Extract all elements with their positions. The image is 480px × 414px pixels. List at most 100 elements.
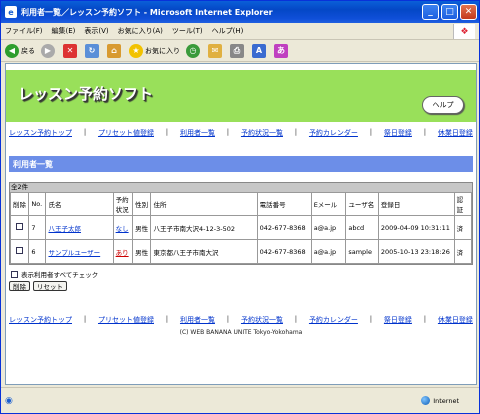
forward-button[interactable]: ▶ <box>41 43 57 58</box>
select-all-label: 表示利用者すべてチェック <box>21 271 99 279</box>
reservation-status-link[interactable]: なし <box>116 225 129 233</box>
nav-users[interactable]: 利用者一覧 <box>180 128 215 138</box>
nav-closed-days[interactable]: 休業日登録 <box>438 128 473 138</box>
back-button[interactable]: ◀ 戻る <box>5 43 35 58</box>
home-button[interactable]: ⌂ <box>107 43 123 58</box>
cell-gender: 男性 <box>132 215 152 240</box>
nav-reservations[interactable]: 予約状況一覧 <box>241 128 283 138</box>
mail-icon: ✉ <box>208 43 222 58</box>
nav-holidays[interactable]: 祭日登録 <box>384 315 412 325</box>
reservation-status-link[interactable]: あり <box>116 249 129 257</box>
copyright: (C) WEB BANANA UNITE Tokyo-Yokohama <box>179 329 303 336</box>
toolbar: ◀ 戻る ▶ ✕ ↻ ⌂ ★ お気に入り ◷ ✉ ⎙ A あ <box>1 40 479 62</box>
nav-calendar[interactable]: 予約カレンダー <box>309 128 358 138</box>
cell-date: 2005-10-13 23:18:26 <box>377 239 455 264</box>
close-button[interactable]: ✕ <box>460 4 477 20</box>
cell-date: 2009-04-09 10:31:11 <box>377 215 455 240</box>
globe-icon <box>421 396 431 405</box>
users-table: 全2件 削除 No. 氏名 予約状況 性別 住所 電話番号 Eメール ユーザ名 … <box>9 182 473 265</box>
menu-bar: ファイル(F) 編集(E) 表示(V) お気に入り(A) ツール(T) ヘルプ(… <box>1 23 479 40</box>
font-button[interactable]: A <box>252 43 268 58</box>
nav-preset[interactable]: プリセット値登録 <box>98 128 154 138</box>
font-icon: A <box>252 43 266 58</box>
zone-label: Internet <box>433 396 459 405</box>
stop-icon: ✕ <box>63 43 77 58</box>
select-all-checkbox[interactable] <box>11 270 18 278</box>
col-address: 住所 <box>150 192 258 216</box>
cell-address: 東京都八王子市南大沢 <box>150 239 258 264</box>
col-email: Eメール <box>310 192 347 216</box>
menu-help[interactable]: ヘルプ(H) <box>212 26 244 36</box>
cell-username: abcd <box>345 215 379 240</box>
status-bar: ◉ Internet <box>1 387 479 413</box>
help-button[interactable]: ヘルプ <box>422 96 464 114</box>
translate-icon: あ <box>274 43 288 58</box>
cell-no: 6 <box>28 239 47 264</box>
windows-logo-icon: ❖ <box>453 24 475 39</box>
menu-favorites[interactable]: お気に入り(A) <box>118 26 163 36</box>
nav-lesson-top[interactable]: レッスン予約トップ <box>9 128 72 138</box>
menu-view[interactable]: 表示(V) <box>84 26 108 36</box>
nav-lesson-top[interactable]: レッスン予約トップ <box>9 315 72 325</box>
select-all-row: 表示利用者すべてチェック <box>11 269 473 279</box>
col-username: ユーザ名 <box>345 192 379 216</box>
mail-button[interactable]: ✉ <box>208 43 224 58</box>
refresh-icon: ↻ <box>85 43 99 58</box>
action-buttons: 削除 リセット <box>9 281 473 291</box>
col-phone: 電話番号 <box>256 192 312 216</box>
table-row: 6 サンプルユーザー あり 男性 東京都八王子市南大沢 042-677-8368… <box>9 239 473 264</box>
star-icon: ★ <box>129 43 143 58</box>
menu-tools[interactable]: ツール(T) <box>172 26 203 36</box>
cell-gender: 男性 <box>132 239 152 264</box>
favorites-button[interactable]: ★ お気に入り <box>129 43 180 58</box>
cell-auth: 済 <box>453 239 473 264</box>
nav-reservations[interactable]: 予約状況一覧 <box>241 315 283 325</box>
stop-button[interactable]: ✕ <box>63 43 79 58</box>
footer-nav: レッスン予約トップ | プリセット値登録 | 利用者一覧 | 予約状況一覧 | 予約カレ… <box>9 315 473 325</box>
reset-button[interactable]: リセット <box>33 281 67 291</box>
security-zone: Internet <box>421 396 459 405</box>
forward-arrow-icon: ▶ <box>41 43 55 58</box>
page-content: レッスン予約ソフト ヘルプ レッスン予約トップ | プリセット値登録 | 利用者一覧… <box>5 63 477 385</box>
cell-phone: 042-677-8368 <box>256 215 312 240</box>
menu-edit[interactable]: 編集(E) <box>52 26 76 36</box>
app-header: レッスン予約ソフト ヘルプ <box>6 70 476 122</box>
nav-calendar[interactable]: 予約カレンダー <box>309 315 358 325</box>
user-name-link[interactable]: サンプルユーザー <box>48 249 100 257</box>
ie-icon: e <box>5 6 17 18</box>
page-status-icon: ◉ <box>5 395 13 406</box>
maximize-button[interactable]: □ <box>441 4 458 20</box>
cell-phone: 042-677-8368 <box>256 239 312 264</box>
app-title: レッスン予約ソフト <box>18 85 154 103</box>
col-name: 氏名 <box>45 192 114 216</box>
title-bar: e 利用者一覧／レッスン予約ソフト - Microsoft Internet E… <box>1 1 479 23</box>
print-icon: ⎙ <box>230 43 244 58</box>
row-delete-checkbox[interactable] <box>16 223 24 230</box>
nav-closed-days[interactable]: 休業日登録 <box>438 315 473 325</box>
col-status: 予約状況 <box>112 192 134 216</box>
print-button[interactable]: ⎙ <box>230 43 246 58</box>
nav-preset[interactable]: プリセット値登録 <box>98 315 154 325</box>
section-title: 利用者一覧 <box>9 156 473 172</box>
table-row: 7 八王子太郎 なし 男性 八王子市南大沢4-12-3-502 042-677-… <box>9 215 473 240</box>
cell-no: 7 <box>28 215 47 240</box>
record-count: 全2件 <box>10 183 472 192</box>
refresh-button[interactable]: ↻ <box>85 43 101 58</box>
window-title: 利用者一覧／レッスン予約ソフト - Microsoft Internet Exp… <box>21 7 273 17</box>
minimize-button[interactable]: _ <box>422 4 439 20</box>
top-nav: レッスン予約トップ | プリセット値登録 | 利用者一覧 | 予約状況一覧 | 予約カレ… <box>9 128 473 138</box>
history-button[interactable]: ◷ <box>186 43 202 58</box>
col-delete: 削除 <box>9 192 30 216</box>
delete-button[interactable]: 削除 <box>9 281 30 291</box>
home-icon: ⌂ <box>107 43 121 58</box>
col-no: No. <box>28 192 47 216</box>
row-delete-checkbox[interactable] <box>16 247 24 254</box>
col-gender: 性別 <box>132 192 152 216</box>
nav-users[interactable]: 利用者一覧 <box>180 315 215 325</box>
cell-email: a@a.jp <box>310 239 347 264</box>
user-name-link[interactable]: 八王子太郎 <box>48 225 81 233</box>
history-icon: ◷ <box>186 43 200 58</box>
menu-file[interactable]: ファイル(F) <box>5 26 43 36</box>
translate-button[interactable]: あ <box>274 43 290 58</box>
nav-holidays[interactable]: 祭日登録 <box>384 128 412 138</box>
